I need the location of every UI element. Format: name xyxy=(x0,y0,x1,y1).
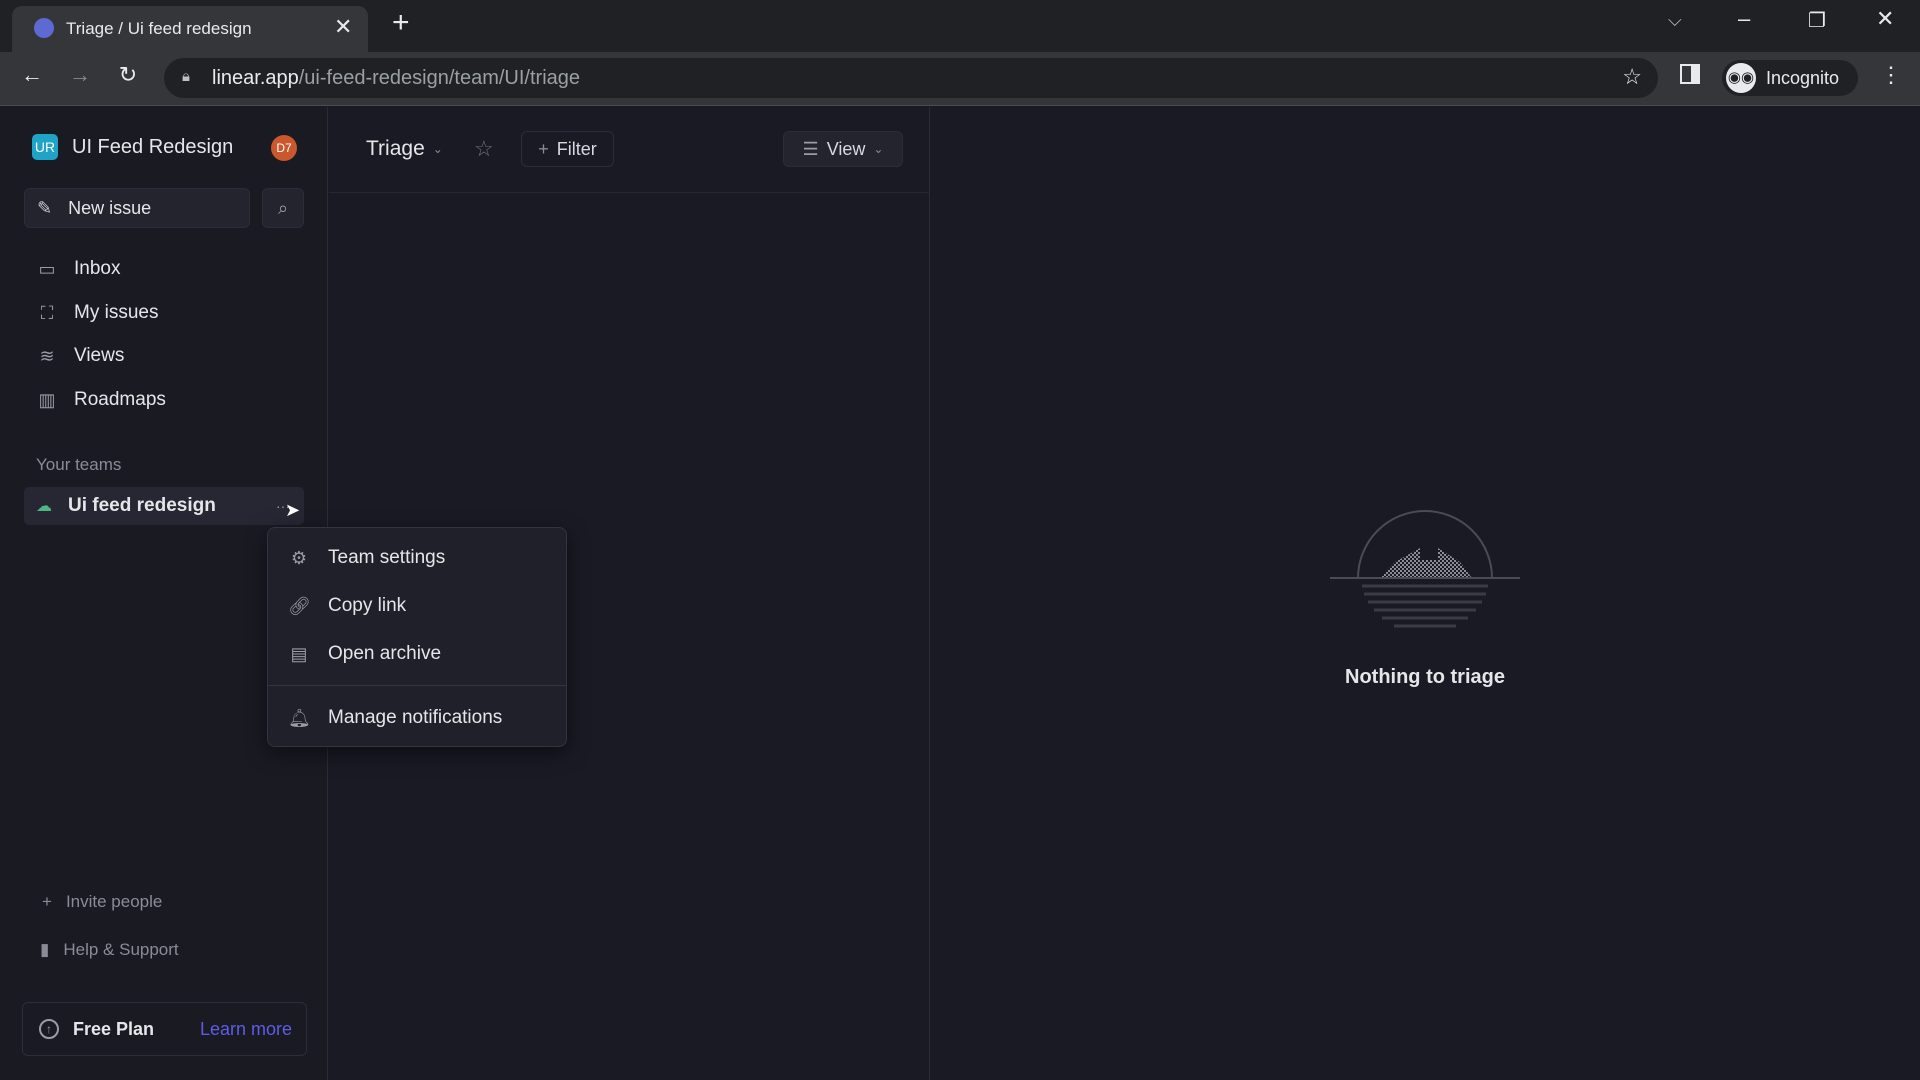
sidebar-item-roadmaps[interactable]: ▥ Roadmaps xyxy=(30,382,310,418)
browser-menu-icon[interactable]: ⋮ xyxy=(1880,62,1902,88)
sliders-icon: ☰ xyxy=(802,138,819,159)
menu-item-label: Team settings xyxy=(328,547,446,568)
archive-icon: ▤ xyxy=(290,643,308,664)
workspace-switcher[interactable]: UR UI Feed Redesign xyxy=(32,134,233,160)
view-label: View xyxy=(826,138,866,159)
menu-item-open-archive[interactable]: ▤ Open archive xyxy=(288,634,558,674)
new-issue-button[interactable]: ✎ New issue xyxy=(24,188,250,228)
teams-heading: Your teams xyxy=(36,455,122,474)
restore-icon[interactable]: ❐ xyxy=(1808,8,1826,33)
chevron-down-icon: ⌄ xyxy=(873,142,884,156)
search-button[interactable]: ⌕ xyxy=(262,188,304,228)
menu-divider xyxy=(268,685,566,686)
empty-triage-illustration-icon xyxy=(1330,510,1520,628)
sidebar-item-views[interactable]: ≋ Views xyxy=(30,338,310,374)
forward-icon[interactable]: → xyxy=(64,62,96,88)
plus-icon: + xyxy=(42,892,52,911)
filter-button[interactable]: + Filter xyxy=(521,131,614,167)
workspace-logo: UR xyxy=(32,134,58,160)
sidebar-item-label: Inbox xyxy=(74,258,121,279)
tab-search-icon[interactable]: ⌵ xyxy=(1668,10,1682,31)
book-icon: ▮ xyxy=(40,940,50,959)
help-label: Help & Support xyxy=(63,940,179,959)
gear-icon: ⚙ xyxy=(290,547,308,568)
team-context-menu: ⚙ Team settings 🔗︎ Copy link ▤ Open archive… xyxy=(267,527,567,747)
menu-item-manage-notifications[interactable]: 🔔︎ Manage notifications xyxy=(288,698,558,738)
free-plan-card: ↑ Free Plan Learn more xyxy=(22,1002,307,1056)
page-title: Triage xyxy=(366,137,425,160)
plus-icon: + xyxy=(538,138,549,159)
view-options-button[interactable]: ☰ View ⌄ xyxy=(783,131,903,167)
filter-label: Filter xyxy=(556,138,597,159)
bookmark-star-icon[interactable]: ☆ xyxy=(1622,64,1642,90)
team-item-ui-feed-redesign[interactable]: ☁ Ui feed redesign ··· xyxy=(24,487,304,525)
sidebar-item-my-issues[interactable]: ⛶ My issues xyxy=(30,295,310,331)
url-path: /ui-feed-redesign/team/UI/triage xyxy=(298,67,580,89)
sidebar-item-inbox[interactable]: ▭ Inbox xyxy=(30,251,310,287)
new-tab-icon[interactable]: + xyxy=(392,6,410,40)
upgrade-arrow-icon: ↑ xyxy=(39,1019,59,1039)
minimize-icon[interactable]: – xyxy=(1738,6,1750,32)
cloud-icon: ☁ xyxy=(36,498,52,515)
lock-icon: 🔒︎ xyxy=(182,68,190,85)
browser-tab[interactable]: Triage / Ui feed redesign ✕ xyxy=(12,6,368,52)
new-issue-label: New issue xyxy=(68,197,152,218)
inbox-icon: ▭ xyxy=(38,258,56,279)
plan-label: Free Plan xyxy=(73,1018,155,1039)
link-icon: 🔗︎ xyxy=(288,595,311,616)
sidebar-item-label: My issues xyxy=(74,302,159,323)
menu-item-label: Copy link xyxy=(328,595,407,616)
linear-favicon-icon xyxy=(34,18,54,38)
sidebar-item-label: Views xyxy=(74,345,125,366)
back-icon[interactable]: ← xyxy=(16,62,48,88)
workspace-name: UI Feed Redesign xyxy=(72,135,234,158)
bell-icon: 🔔︎ xyxy=(288,707,311,728)
incognito-badge[interactable]: ◉◉ Incognito xyxy=(1722,60,1858,96)
reload-icon[interactable]: ↻ xyxy=(112,62,144,88)
close-window-icon[interactable]: ✕ xyxy=(1876,6,1894,32)
triage-view-selector[interactable]: Triage ⌄ xyxy=(366,137,443,161)
mouse-cursor: ➤ xyxy=(285,500,301,520)
learn-more-link[interactable]: Learn more xyxy=(200,1019,292,1040)
map-icon: ▥ xyxy=(38,389,56,410)
favorite-star-icon[interactable]: ☆ xyxy=(474,136,494,162)
menu-item-copy-link[interactable]: 🔗︎ Copy link xyxy=(288,586,558,626)
invite-label: Invite people xyxy=(65,892,163,911)
tab-close-icon[interactable]: ✕ xyxy=(334,14,352,40)
invite-people-link[interactable]: + Invite people xyxy=(42,892,162,912)
my-issues-icon: ⛶ xyxy=(40,302,54,323)
menu-item-label: Manage notifications xyxy=(328,707,503,728)
incognito-icon: ◉◉ xyxy=(1726,63,1756,93)
profile-label: Incognito xyxy=(1766,67,1840,88)
help-support-link[interactable]: ▮ Help & Support xyxy=(40,940,179,960)
address-bar[interactable]: 🔒︎ linear.app/ui-feed-redesign/team/UI/t… xyxy=(164,58,1658,98)
compose-icon: ✎ xyxy=(37,197,53,218)
chevron-down-icon: ⌄ xyxy=(432,142,443,156)
empty-state-message: Nothing to triage xyxy=(1345,666,1505,688)
layers-icon: ≋ xyxy=(39,345,55,366)
tab-title: Triage / Ui feed redesign xyxy=(66,19,252,38)
user-avatar[interactable]: D7 xyxy=(271,135,297,161)
menu-item-team-settings[interactable]: ⚙ Team settings xyxy=(288,538,558,578)
side-panel-icon[interactable] xyxy=(1680,64,1700,84)
sidebar-item-label: Roadmaps xyxy=(74,389,166,410)
team-label: Ui feed redesign xyxy=(68,495,216,516)
menu-item-label: Open archive xyxy=(328,643,442,664)
url-domain: linear.app xyxy=(212,67,299,89)
search-icon: ⌕ xyxy=(277,197,289,218)
